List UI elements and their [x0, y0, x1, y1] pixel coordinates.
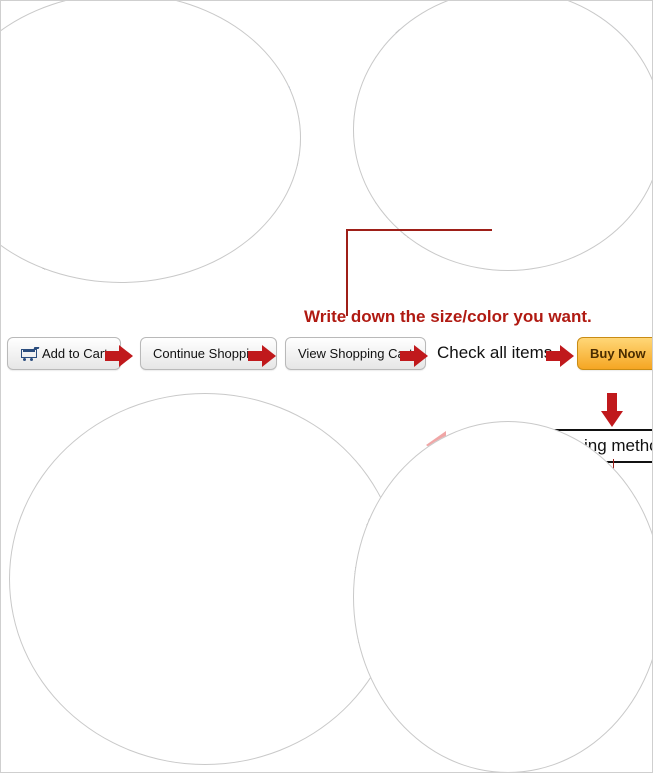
- magnifier-ring-4: [353, 421, 652, 772]
- callout-text: Write down the size/color you want.: [304, 307, 592, 326]
- flow-arrow-1: [105, 345, 133, 367]
- callout-line-horizontal: [346, 229, 492, 231]
- cart-icon-small: [20, 347, 40, 361]
- flow-arrow-2: [248, 345, 276, 367]
- flow-step-check-all-items: Check all items: [437, 343, 553, 362]
- purchase-flow-strip: Add to Cart Continue Shopping View Shopp…: [1, 337, 652, 389]
- flow-step-add-to-cart[interactable]: Add to Cart: [7, 337, 121, 370]
- magnifier-ring-3: [9, 393, 401, 765]
- infographic-page: air hipping to United States Via China P…: [0, 0, 653, 773]
- flow-arrow-down: [601, 393, 623, 427]
- flow-step-buy-now[interactable]: Buy Now: [577, 337, 652, 370]
- flow-step-label-0: Add to Cart: [42, 346, 108, 361]
- buyer-protection-sub: rs: [61, 277, 72, 283]
- callout-line-vertical: [346, 229, 348, 316]
- flow-arrow-4: [546, 345, 574, 367]
- flow-arrow-3: [400, 345, 428, 367]
